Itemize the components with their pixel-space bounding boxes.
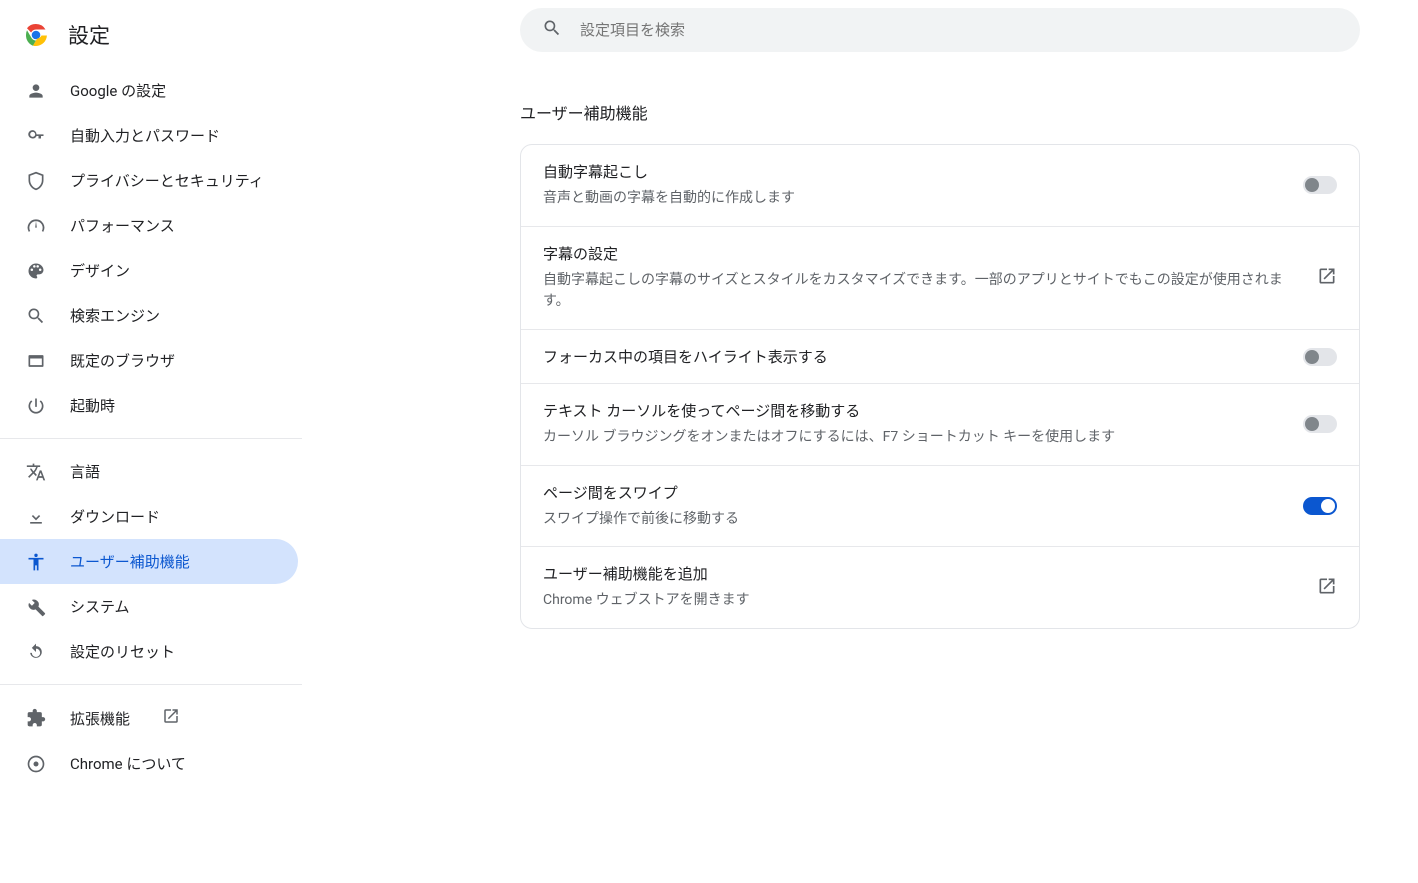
palette-icon [26, 261, 46, 281]
sidebar-item-search[interactable]: 検索エンジン [0, 293, 298, 338]
shield-icon [26, 171, 46, 191]
key-icon [26, 126, 46, 146]
sidebar-item-label: パフォーマンス [70, 215, 175, 236]
sidebar-item-design[interactable]: デザイン [0, 248, 298, 293]
sidebar-item-download[interactable]: ダウンロード [0, 494, 298, 539]
sidebar-item-label: 設定のリセット [70, 641, 175, 662]
sidebar-item-label: 起動時 [70, 395, 115, 416]
section-title: ユーザー補助機能 [520, 100, 1360, 124]
setting-title: 自動字幕起こし [543, 161, 1287, 182]
sidebar-item-reset[interactable]: 設定のリセット [0, 629, 298, 674]
setting-subtitle: カーソル ブラウジングをオンまたはオフにするには、F7 ショートカット キーを使… [543, 427, 1287, 449]
setting-title: ページ間をスワイプ [543, 482, 1287, 503]
settings-card: 自動字幕起こし音声と動画の字幕を自動的に作成します字幕の設定自動字幕起こしの字幕… [520, 144, 1360, 629]
setting-row-caret-browsing: テキスト カーソルを使ってページ間を移動するカーソル ブラウジングをオンまたはオ… [521, 384, 1359, 466]
main-content: ユーザー補助機能 自動字幕起こし音声と動画の字幕を自動的に作成します字幕の設定自… [302, 0, 1418, 883]
window-icon [26, 351, 46, 371]
setting-title: テキスト カーソルを使ってページ間を移動する [543, 400, 1287, 421]
sidebar-item-startup[interactable]: 起動時 [0, 383, 298, 428]
extension-icon [26, 708, 46, 728]
reset-icon [26, 642, 46, 662]
chrome-icon [26, 754, 46, 774]
sidebar-item-label: システム [70, 596, 130, 617]
accessibility-icon [26, 552, 46, 572]
sidebar-item-default[interactable]: 既定のブラウザ [0, 338, 298, 383]
setting-title: フォーカス中の項目をハイライト表示する [543, 346, 1287, 367]
sidebar: 設定 Google の設定自動入力とパスワードプライバシーとセキュリティパフォー… [0, 0, 302, 883]
speed-icon [26, 216, 46, 236]
toggle-focus-highlight[interactable] [1303, 348, 1337, 366]
person-icon [26, 81, 46, 101]
sidebar-item-google[interactable]: Google の設定 [0, 68, 298, 113]
sidebar-item-perf[interactable]: パフォーマンス [0, 203, 298, 248]
setting-row-swipe-pages: ページ間をスワイプスワイプ操作で前後に移動する [521, 466, 1359, 548]
sidebar-item-label: Chrome について [70, 753, 186, 774]
setting-row-focus-highlight: フォーカス中の項目をハイライト表示する [521, 330, 1359, 384]
power-icon [26, 396, 46, 416]
sidebar-item-label: デザイン [70, 260, 130, 281]
sidebar-item-label: ユーザー補助機能 [70, 551, 190, 572]
download-icon [26, 507, 46, 527]
sidebar-item-label: ダウンロード [70, 506, 160, 527]
setting-subtitle: Chrome ウェブストアを開きます [543, 590, 1301, 612]
sidebar-item-label: プライバシーとセキュリティ [70, 170, 264, 191]
sidebar-item-label: 拡張機能 [70, 708, 130, 729]
setting-subtitle: 音声と動画の字幕を自動的に作成します [543, 188, 1287, 210]
sidebar-item-label: 検索エンジン [70, 305, 160, 326]
sidebar-item-ext[interactable]: 拡張機能 [0, 695, 298, 741]
nav-divider [0, 684, 302, 685]
translate-icon [26, 462, 46, 482]
sidebar-item-lang[interactable]: 言語 [0, 449, 298, 494]
setting-row-live-caption: 自動字幕起こし音声と動画の字幕を自動的に作成します [521, 145, 1359, 227]
sidebar-item-label: 言語 [70, 461, 100, 482]
nav-divider [0, 438, 302, 439]
toggle-live-caption[interactable] [1303, 176, 1337, 194]
open-in-new-icon [1317, 576, 1337, 600]
setting-subtitle: スワイプ操作で前後に移動する [543, 509, 1287, 531]
sidebar-item-a11y[interactable]: ユーザー補助機能 [0, 539, 298, 584]
setting-subtitle: 自動字幕起こしの字幕のサイズとスタイルをカスタマイズできます。一部のアプリとサイ… [543, 270, 1301, 313]
search-input[interactable] [578, 21, 1338, 40]
sidebar-item-autofill[interactable]: 自動入力とパスワード [0, 113, 298, 158]
wrench-icon [26, 597, 46, 617]
setting-title: 字幕の設定 [543, 243, 1301, 264]
sidebar-item-label: 既定のブラウザ [70, 350, 175, 371]
sidebar-item-label: Google の設定 [70, 80, 166, 101]
setting-row-caption-settings[interactable]: 字幕の設定自動字幕起こしの字幕のサイズとスタイルをカスタマイズできます。一部のア… [521, 227, 1359, 330]
sidebar-item-label: 自動入力とパスワード [70, 125, 220, 146]
search-bar[interactable] [520, 8, 1360, 52]
setting-row-add-a11y[interactable]: ユーザー補助機能を追加 Chrome ウェブストアを開きます [521, 547, 1359, 628]
toggle-swipe-pages[interactable] [1303, 497, 1337, 515]
page-title: 設定 [68, 20, 110, 50]
open-in-new-icon [162, 707, 180, 729]
open-in-new-icon [1317, 266, 1337, 290]
chrome-logo-icon [24, 23, 48, 47]
sidebar-item-privacy[interactable]: プライバシーとセキュリティ [0, 158, 298, 203]
search-icon [542, 18, 562, 42]
toggle-caret-browsing[interactable] [1303, 415, 1337, 433]
sidebar-item-system[interactable]: システム [0, 584, 298, 629]
search-icon [26, 306, 46, 326]
setting-title: ユーザー補助機能を追加 [543, 563, 1301, 584]
sidebar-item-about[interactable]: Chrome について [0, 741, 298, 786]
